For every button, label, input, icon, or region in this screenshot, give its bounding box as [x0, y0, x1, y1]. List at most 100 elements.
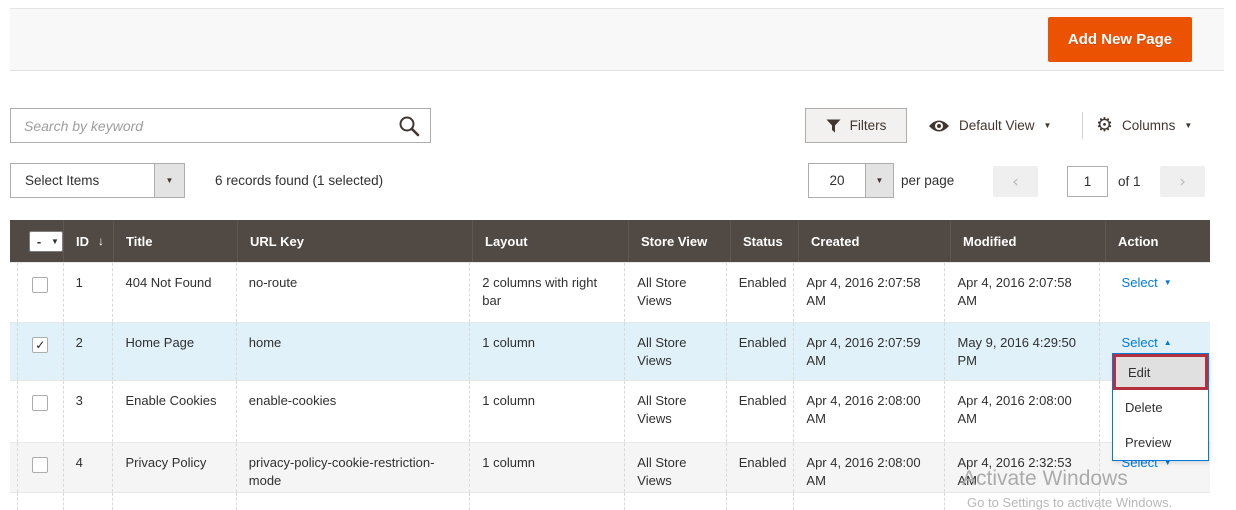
- next-page-button[interactable]: ›: [1160, 166, 1205, 197]
- gear-icon: ⚙: [1096, 116, 1113, 135]
- checkmark-icon: ✓: [35, 339, 45, 351]
- row-checkbox[interactable]: [32, 395, 48, 411]
- chevron-down-icon: ▼: [876, 177, 884, 185]
- filters-button[interactable]: Filters: [805, 108, 907, 143]
- cell-id: 1: [63, 263, 113, 322]
- row-checkbox-cell: [17, 493, 63, 510]
- cell-created: [793, 493, 944, 510]
- add-new-page-button[interactable]: Add New Page: [1048, 17, 1192, 62]
- cell-layout: 2 columns with right bar: [469, 263, 624, 322]
- eye-icon: [928, 119, 950, 133]
- cell-layout: 1 column: [469, 323, 624, 380]
- select-all-header: - ▼: [10, 220, 63, 262]
- cell-url-key: enable-cookies: [236, 381, 469, 442]
- column-header-layout[interactable]: Layout: [472, 220, 628, 262]
- cell-created: Apr 4, 2016 2:08:00 AM: [793, 443, 944, 492]
- row-checkbox-checked[interactable]: ✓: [32, 337, 48, 353]
- table-row: 1 404 Not Found no-route 2 columns with …: [10, 262, 1210, 322]
- column-header-id[interactable]: ID ↓: [63, 220, 113, 262]
- header-label: URL Key: [250, 234, 304, 249]
- row-checkbox-cell: [17, 381, 63, 442]
- row-select-action-open[interactable]: Select ▲: [1122, 334, 1172, 352]
- grid-header-row: - ▼ ID ↓ Title URL Key Layout Store View…: [10, 220, 1210, 262]
- row-checkbox[interactable]: [32, 457, 48, 473]
- cell-store-view: All Store Views: [624, 443, 725, 492]
- chevron-down-icon: ▼: [1044, 122, 1052, 130]
- chevron-down-icon: ▼: [1164, 279, 1172, 287]
- cell-title: Home Page: [112, 323, 235, 380]
- menu-item-edit[interactable]: Edit: [1113, 354, 1208, 390]
- cell-title: Enable Cookies: [112, 381, 235, 442]
- column-header-store-view[interactable]: Store View: [628, 220, 730, 262]
- column-header-created[interactable]: Created: [798, 220, 950, 262]
- table-row-selected: ✓ 2 Home Page home 1 column All Store Vi…: [10, 322, 1210, 380]
- column-header-title[interactable]: Title: [113, 220, 237, 262]
- filters-label: Filters: [850, 118, 887, 133]
- per-page-caret[interactable]: ▼: [865, 164, 893, 197]
- page-header-panel: [10, 8, 1224, 71]
- row-action-menu: Edit Delete Preview: [1112, 353, 1209, 461]
- header-label: Store View: [641, 234, 707, 249]
- indeterminate-icon: -: [30, 234, 48, 249]
- search-input[interactable]: [10, 108, 431, 143]
- row-checkbox-cell: ✓: [17, 323, 63, 380]
- row-select-action[interactable]: Select ▼: [1122, 274, 1172, 292]
- cell-status: Enabled: [726, 323, 794, 380]
- cell-title: [112, 493, 235, 510]
- select-label: Select: [1122, 334, 1158, 352]
- header-label: ID: [76, 234, 89, 249]
- previous-page-button[interactable]: ‹: [993, 166, 1038, 197]
- per-page-label: per page: [901, 163, 954, 198]
- cell-id: 4: [63, 443, 113, 492]
- chevron-up-icon: ▲: [1164, 339, 1172, 347]
- table-row: 3 Enable Cookies enable-cookies 1 column…: [10, 380, 1210, 442]
- cell-id: 2: [63, 323, 113, 380]
- menu-item-preview[interactable]: Preview: [1113, 425, 1208, 460]
- column-header-action[interactable]: Action: [1105, 220, 1210, 262]
- cell-title: 404 Not Found: [112, 263, 235, 322]
- cell-status: Enabled: [726, 263, 794, 322]
- header-label: Created: [811, 234, 859, 249]
- select-all-control[interactable]: - ▼: [29, 231, 63, 252]
- keyword-search: [10, 108, 431, 143]
- chevron-down-icon: ▼: [166, 177, 174, 185]
- activate-windows-watermark: Activate Windows: [962, 467, 1128, 491]
- columns-dropdown[interactable]: ⚙ Columns ▼: [1096, 108, 1192, 143]
- cell-store-view: [624, 493, 725, 510]
- header-label: Status: [743, 234, 783, 249]
- cell-created: Apr 4, 2016 2:07:59 AM: [793, 323, 944, 380]
- per-page-value: 20: [809, 164, 865, 197]
- header-label: Title: [126, 234, 153, 249]
- column-header-url-key[interactable]: URL Key: [237, 220, 472, 262]
- header-label: Action: [1118, 234, 1158, 249]
- header-label: Layout: [485, 234, 528, 249]
- cell-url-key: home: [236, 323, 469, 380]
- records-count: 6 records found (1 selected): [215, 163, 383, 198]
- mass-action-caret[interactable]: ▼: [154, 164, 184, 197]
- row-checkbox[interactable]: [32, 277, 48, 293]
- search-button[interactable]: [397, 114, 421, 138]
- column-header-modified[interactable]: Modified: [950, 220, 1105, 262]
- menu-item-delete[interactable]: Delete: [1113, 390, 1208, 425]
- row-checkbox-cell: [17, 443, 63, 492]
- cell-modified: May 9, 2016 4:29:50 PM: [944, 323, 1098, 380]
- per-page-select[interactable]: 20 ▼: [808, 163, 894, 198]
- chevron-down-icon: ▼: [48, 237, 62, 246]
- page-number-input[interactable]: [1067, 166, 1108, 197]
- cell-status: Enabled: [726, 381, 794, 442]
- cell-layout: 1 column: [469, 381, 624, 442]
- header-label: Modified: [963, 234, 1016, 249]
- mass-action-select[interactable]: Select Items ▼: [10, 163, 185, 198]
- cell-created: Apr 4, 2016 2:08:00 AM: [793, 381, 944, 442]
- cell-created: Apr 4, 2016 2:07:58 AM: [793, 263, 944, 322]
- search-icon: [397, 114, 421, 138]
- columns-label: Columns: [1122, 118, 1175, 133]
- column-header-status[interactable]: Status: [730, 220, 798, 262]
- default-view-dropdown[interactable]: Default View ▼: [928, 108, 1051, 143]
- cell-url-key: no-route: [236, 263, 469, 322]
- cell-layout: [469, 493, 624, 510]
- cell-modified: Apr 4, 2016 2:07:58 AM: [944, 263, 1098, 322]
- cell-id: [63, 493, 113, 510]
- mass-action-label: Select Items: [11, 164, 154, 197]
- cell-store-view: All Store Views: [624, 381, 725, 442]
